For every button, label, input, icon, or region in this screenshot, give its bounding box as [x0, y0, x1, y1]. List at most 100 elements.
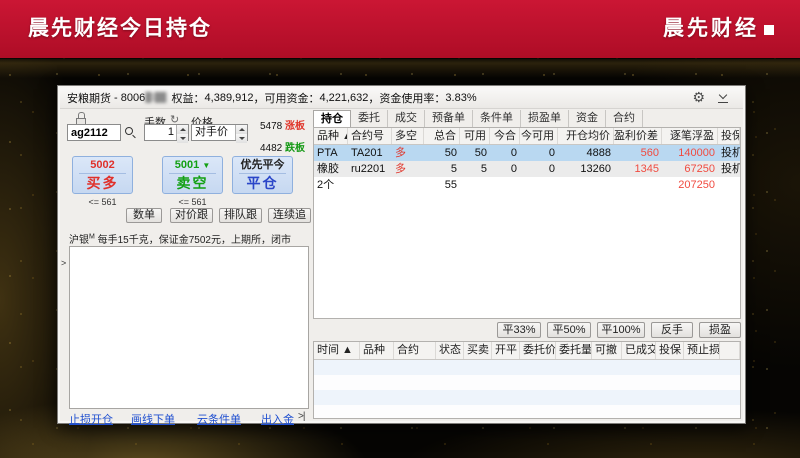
price-mode-select[interactable]: 对手价	[191, 124, 248, 143]
close-label: 平仓	[246, 175, 279, 191]
col-available[interactable]: 可用	[460, 128, 490, 144]
upper-limit-label: 涨板	[285, 121, 306, 132]
col-buy-sell[interactable]: 买卖	[464, 342, 492, 359]
cell-float-profit: 67250	[684, 163, 715, 175]
broker-name: 安粮期货	[67, 93, 111, 105]
col-open-close[interactable]: 开平	[492, 342, 520, 359]
col-hedge-flag[interactable]: 投保	[718, 128, 740, 144]
col-total[interactable]: 总合	[424, 128, 460, 144]
buy-price: 5002	[79, 158, 126, 174]
col-contract[interactable]: 合约号	[348, 128, 392, 144]
cell-direction: 多	[395, 163, 406, 175]
search-icon[interactable]	[125, 127, 137, 139]
col-float-profit[interactable]: 逐笔浮盈	[662, 128, 718, 144]
col-status[interactable]: 状态	[436, 342, 464, 359]
window-titlebar[interactable]: 安粮期货 - 8006 █1██ 权益： 4,389,912，可用资金： 4,221,…	[60, 88, 743, 109]
tab-orders[interactable]: 委托	[351, 110, 388, 127]
positions-header-row: 品种 ▲ 合约号 多空 总合 可用 今合 今可用 开仓均价 盈利价差 逐笔浮盈 …	[314, 128, 740, 145]
summary-float-profit: 207250	[678, 179, 715, 191]
col-profit-spread[interactable]: 盈利价差	[614, 128, 662, 144]
table-row[interactable]: 橡胶 ru2201 多 5 5 0 0 13260 1345 67250 投机	[314, 161, 740, 177]
stop-loss-open-link[interactable]: 止损开仓	[69, 411, 113, 427]
col-order-price[interactable]: 委托价	[520, 342, 556, 359]
available-value: 4,221,632	[319, 92, 369, 104]
close-actions-bar: 平33% 平50% 平100% 反手 损盈	[313, 322, 741, 338]
position-tabs: 持仓 委托 成交 预备单 条件单 损盈单 资金 合约	[313, 110, 643, 127]
deposit-withdraw-link[interactable]: 出入金	[261, 411, 294, 427]
spin-down-icon[interactable]	[177, 134, 188, 143]
message-listbox[interactable]	[69, 246, 309, 409]
stop-profit-button[interactable]: 损盈	[699, 322, 741, 338]
orders-header-row: 时间 ▲ 品种 合约 状态 买卖 开平 委托价 委托量 可撤 已成交 投保 预止…	[314, 342, 740, 360]
tab-positions[interactable]: 持仓	[313, 110, 351, 127]
contract-input[interactable]	[67, 124, 121, 141]
col-direction[interactable]: 多空	[392, 128, 424, 144]
table-row[interactable]: PTA TA201 多 50 50 0 0 4888 560 140000 投机	[314, 145, 740, 161]
summary-row: 2个 55 207250	[314, 177, 740, 193]
buy-limit-hint: <= 561	[88, 197, 117, 207]
equity-label: 权益：	[165, 93, 205, 105]
reverse-button[interactable]: 反手	[651, 322, 693, 338]
price-spinner[interactable]	[235, 125, 247, 143]
continuous-chase-button[interactable]: 连续追	[268, 208, 311, 223]
col-today-available[interactable]: 今可用	[520, 128, 558, 144]
close-hint: 优先平今	[239, 158, 286, 174]
close-position-button[interactable]: 优先平今 平仓	[232, 156, 293, 194]
tab-stop-profit-orders[interactable]: 损盈单	[521, 110, 569, 127]
cell-contract: TA201	[351, 147, 383, 159]
tab-contracts[interactable]: 合约	[606, 110, 643, 127]
rollup-window-icon[interactable]	[717, 92, 729, 104]
upper-limit: 5478 涨板	[260, 117, 305, 132]
desktop-background: 晨先财经今日持仓 晨先财经 安粮期货 - 8006 █1██ 权益： 4,389,9…	[0, 0, 800, 458]
usage-value: 3.83%	[445, 92, 477, 104]
close-50-button[interactable]: 平50%	[547, 322, 591, 338]
top-banner: 晨先财经今日持仓 晨先财经	[0, 0, 800, 58]
lots-value: 1	[167, 126, 174, 138]
cloud-condition-order-link[interactable]: 云条件单	[197, 411, 241, 427]
lots-spinner[interactable]	[176, 125, 188, 143]
cell-open-avg-price: 13260	[580, 163, 611, 175]
col-open-avg-price[interactable]: 开仓均价	[558, 128, 614, 144]
tab-funds[interactable]: 资金	[569, 110, 606, 127]
tab-fills[interactable]: 成交	[388, 110, 425, 127]
col-product[interactable]: 品种	[360, 342, 394, 359]
tab-prepared-orders[interactable]: 预备单	[425, 110, 473, 127]
sell-short-button[interactable]: 5001 ▼ 卖空	[162, 156, 223, 194]
lower-limit-label: 跌板	[285, 143, 306, 154]
summary-count: 2个	[317, 179, 335, 191]
quantity-stepper[interactable]: 1	[144, 124, 189, 143]
brand-square-icon	[764, 25, 774, 35]
lower-limit: 4482 跌板	[260, 139, 305, 154]
col-cancellable[interactable]: 可撤	[592, 342, 622, 359]
spin-down-icon[interactable]	[236, 134, 247, 143]
sell-limit-hint: <= 561	[178, 197, 207, 207]
dropdown-icon: ▼	[202, 161, 211, 170]
col-filled[interactable]: 已成交	[622, 342, 656, 359]
cell-total: 5	[450, 163, 457, 175]
jump-right-icon[interactable]: >|	[298, 411, 306, 422]
col-pre-stop-loss[interactable]: 预止损	[684, 342, 720, 359]
account-number: 8006	[120, 92, 146, 104]
col-today[interactable]: 今合	[490, 128, 520, 144]
buy-long-button[interactable]: 5002 买多	[72, 156, 133, 194]
tab-condition-orders[interactable]: 条件单	[473, 110, 521, 127]
spin-up-icon[interactable]	[236, 125, 247, 134]
queue-follow-button[interactable]: 排队跟	[219, 208, 262, 223]
cell-hedge-flag: 投机	[721, 163, 740, 175]
close-100-button[interactable]: 平100%	[597, 322, 645, 338]
col-hedge-flag[interactable]: 投保	[656, 342, 684, 359]
col-contract[interactable]: 合约	[394, 342, 436, 359]
follow-opposite-price-button[interactable]: 对价跟	[170, 208, 213, 223]
cell-direction: 多	[395, 147, 406, 159]
spin-up-icon[interactable]	[177, 125, 188, 134]
gear-icon[interactable]: ⚙	[692, 89, 705, 106]
close-33-button[interactable]: 平33%	[497, 322, 541, 338]
draw-line-order-link[interactable]: 画线下单	[131, 411, 175, 427]
brand-logo: 晨先财经	[663, 0, 774, 58]
col-order-qty[interactable]: 委托量	[556, 342, 592, 359]
col-time[interactable]: 时间 ▲	[314, 342, 360, 359]
col-product[interactable]: 品种 ▲	[314, 128, 348, 144]
quick-order-button[interactable]: 数单	[126, 208, 162, 223]
panel-expand-icon[interactable]: >	[61, 258, 66, 268]
trading-window: 安粮期货 - 8006 █1██ 权益： 4,389,912，可用资金： 4,221,…	[57, 85, 746, 427]
